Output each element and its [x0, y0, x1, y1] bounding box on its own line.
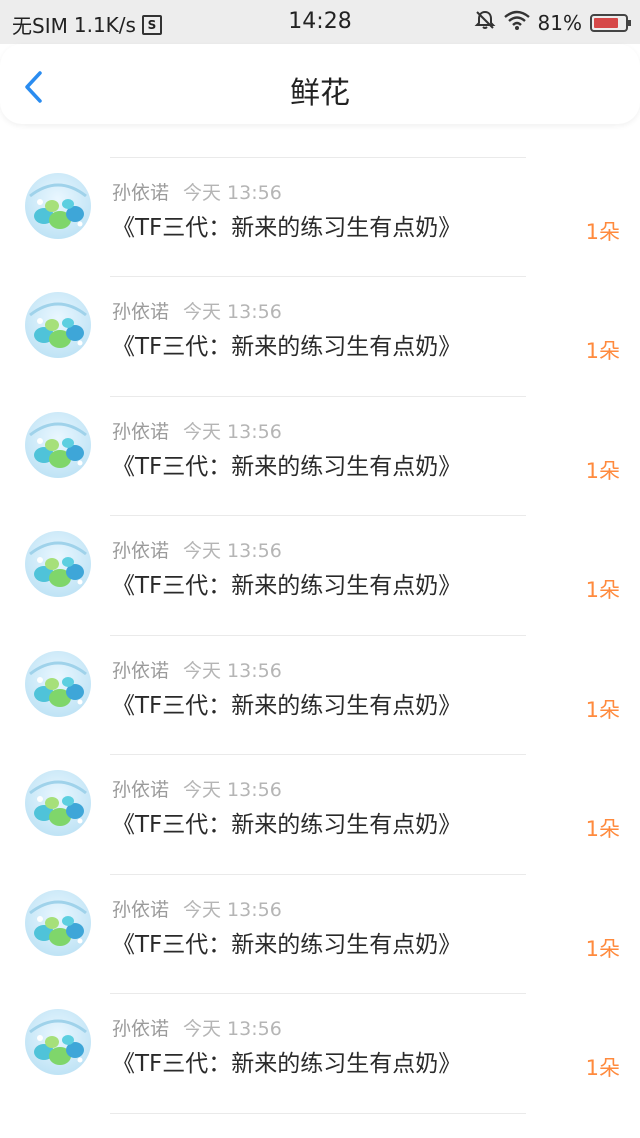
status-bar: 无SIM 1.1K/s S 14:28 81%: [0, 0, 640, 44]
list-item[interactable]: 《TF三代：新来的练习生有点奶》1朵: [0, 124, 640, 158]
avatar[interactable]: [20, 883, 96, 959]
sender-meta: 孙依诺 今天 13:56: [112, 417, 282, 444]
sender-meta: 孙依诺 今天 13:56: [112, 536, 282, 563]
gift-time: 今天 13:56: [183, 1018, 282, 1040]
avatar[interactable]: [20, 285, 96, 361]
avatar[interactable]: [20, 644, 96, 720]
avatar[interactable]: [20, 166, 96, 242]
list-item[interactable]: 孙依诺 今天 13:56 《TF三代：新来的练习生有点奶》 1朵: [0, 516, 640, 636]
list-item[interactable]: 孙依诺 今天 13:56 《TF三代：新来的练习生有点奶》 1朵: [0, 158, 640, 277]
list-item[interactable]: 孙依诺 今天 13:56 《TF三代：新来的练习生有点奶》 1朵: [0, 994, 640, 1114]
list-item[interactable]: 孙依诺 今天 13:56 《TF三代：新来的练习生有点奶》 1朵: [0, 277, 640, 397]
book-title[interactable]: 《TF三代：新来的练习生有点奶》: [112, 447, 461, 481]
gift-time: 今天 13:56: [183, 181, 282, 204]
flower-count: 1朵: [585, 697, 620, 722]
book-title[interactable]: 《TF三代：新来的练习生有点奶》: [112, 327, 461, 361]
list-item[interactable]: 孙依诺 今天 13:56 《TF三代：新来的练习生有点奶》 1朵: [0, 875, 640, 994]
book-title[interactable]: 《TF三代：新来的练习生有点奶》: [112, 805, 461, 839]
book-title[interactable]: 《TF三代：新来的练习生有点奶》: [112, 925, 461, 959]
book-title[interactable]: 《TF三代：新来的练习生有点奶》: [112, 566, 461, 600]
flower-count: 1朵: [585, 936, 620, 961]
sender-name[interactable]: 孙依诺: [112, 899, 169, 921]
flower-count: 1朵: [585, 817, 620, 841]
gift-time: 今天 13:56: [183, 420, 282, 443]
flower-count: 1朵: [585, 578, 620, 602]
book-title[interactable]: 《TF三代：新来的练习生有点奶》: [112, 686, 461, 720]
gift-time: 今天 13:56: [183, 659, 282, 682]
list-item[interactable]: 孙依诺 今天 13:56 《TF三代：新来的练习生有点奶》 1朵: [0, 636, 640, 755]
sender-name[interactable]: 孙依诺: [112, 540, 169, 562]
sender-name[interactable]: 孙依诺: [112, 660, 169, 682]
flower-count: 1朵: [585, 1056, 620, 1080]
avatar[interactable]: [20, 1002, 96, 1078]
gift-time: 今天 13:56: [183, 301, 282, 323]
flower-count: 1朵: [585, 339, 620, 363]
wifi-icon: [503, 10, 530, 35]
battery-icon: [590, 13, 631, 32]
divider: [110, 1112, 526, 1114]
flower-gift-list: 《TF三代：新来的练习生有点奶》1朵孙依诺今天 13:56《TF三代：新来的练习…: [0, 124, 640, 1138]
flower-count: 1朵: [586, 124, 620, 126]
battery-percent: 81%: [537, 10, 582, 35]
avatar[interactable]: [20, 763, 96, 839]
sender-name[interactable]: 孙依诺: [112, 301, 169, 323]
avatar[interactable]: [20, 405, 96, 481]
gift-time: 今天 13:56: [183, 540, 282, 562]
flower-count: 1朵: [585, 219, 620, 244]
flower-count: 1朵: [585, 458, 620, 483]
sender-name[interactable]: 孙依诺: [112, 421, 169, 443]
sender-meta: 孙依诺 今天 13:56: [112, 656, 282, 683]
gift-time: 今天 13:56: [183, 898, 282, 921]
avatar[interactable]: [20, 524, 96, 600]
nav-header: 鲜花: [0, 44, 640, 124]
sender-name[interactable]: 孙依诺: [112, 182, 169, 204]
sender-meta: 孙依诺 今天 13:56: [112, 1014, 282, 1041]
book-title[interactable]: 《TF三代：新来的练习生有点奶》: [112, 1044, 461, 1078]
list-item[interactable]: 孙依诺 今天 13:56 《TF三代：新来的练习生有点奶》 1朵: [0, 397, 640, 516]
gift-time: 今天 13:56: [183, 779, 282, 801]
battery-fill: [594, 17, 618, 28]
sender-name[interactable]: 孙依诺: [112, 779, 169, 801]
sender-meta: 孙依诺 今天 13:56: [112, 775, 282, 802]
list-item[interactable]: 孙依诺 今天 13:56 《TF三代：新来的练习生有点奶》 1朵: [0, 755, 640, 875]
status-right: 81%: [474, 9, 631, 36]
sender-name[interactable]: 孙依诺: [112, 1018, 169, 1040]
book-title[interactable]: 《TF三代：新来的练习生有点奶》: [112, 208, 461, 242]
sender-meta: 孙依诺 今天 13:56: [112, 297, 282, 324]
sender-meta: 孙依诺 今天 13:56: [112, 895, 282, 922]
sender-meta: 孙依诺 今天 13:56: [112, 178, 282, 205]
mute-bell-icon: [474, 9, 496, 36]
page-title: 鲜花: [290, 76, 350, 111]
